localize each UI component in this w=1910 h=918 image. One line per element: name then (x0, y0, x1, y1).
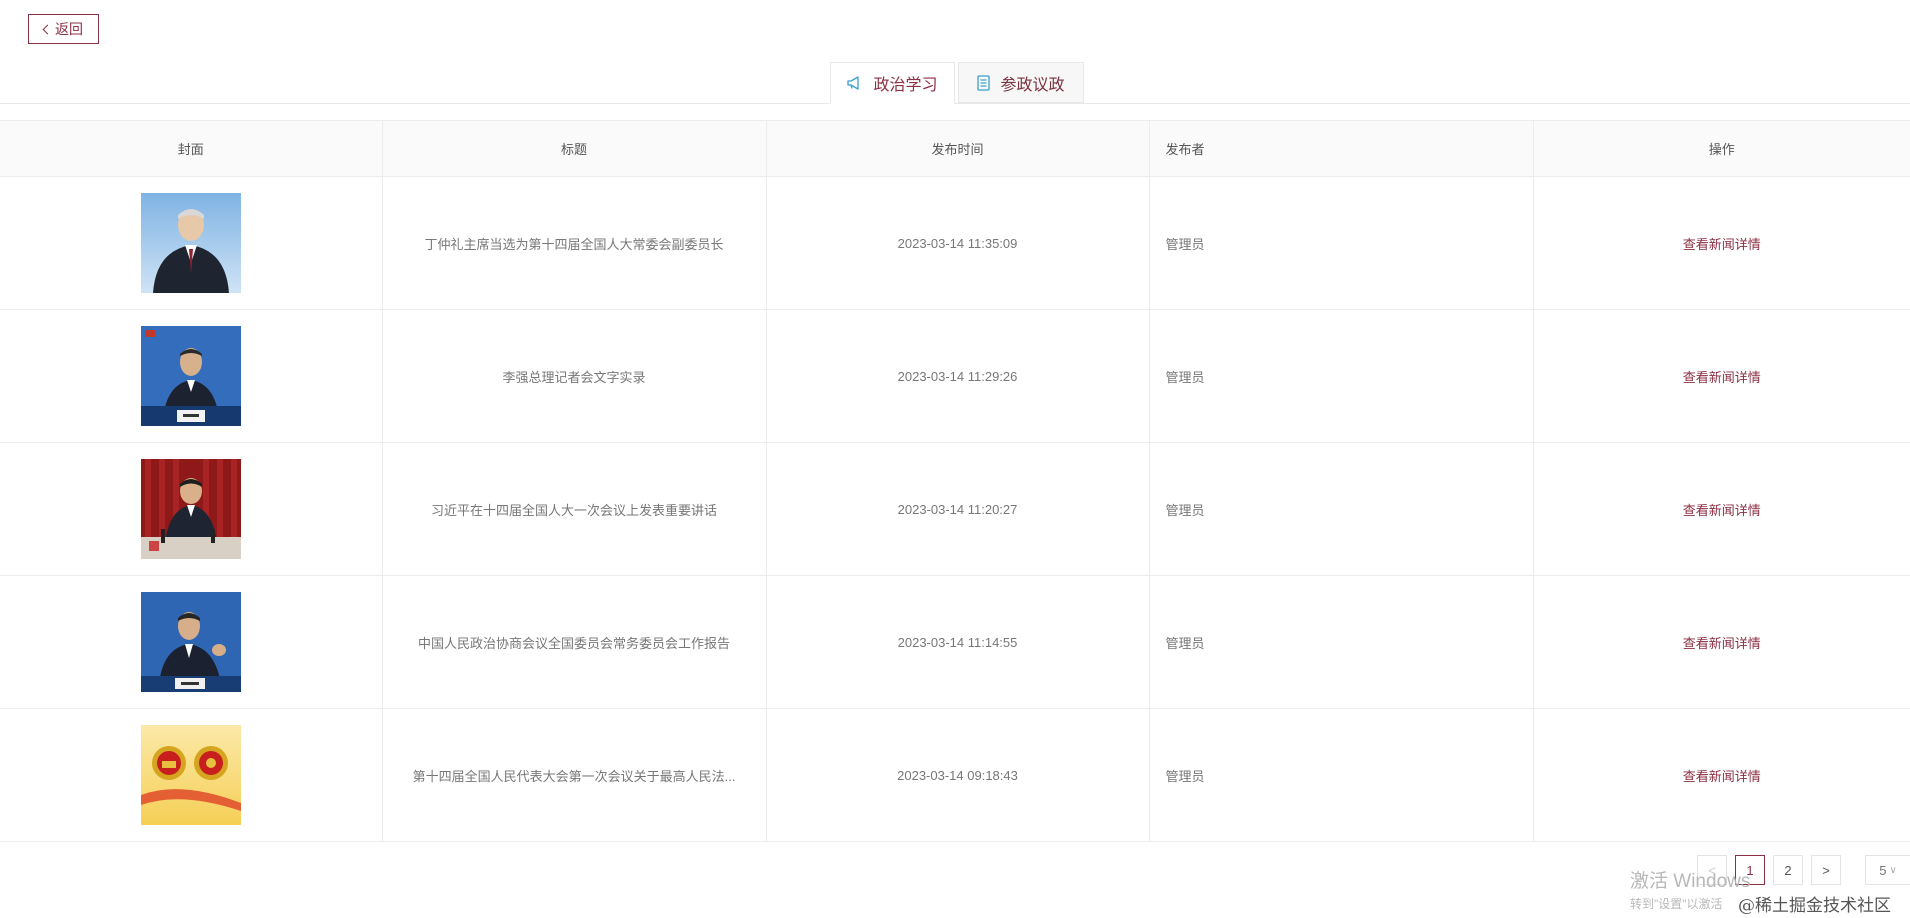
action-cell: 查看新闻详情 (1533, 442, 1910, 576)
time-cell: 2023-03-14 11:20:27 (766, 442, 1150, 576)
page-size-select[interactable]: 5 ∨ (1865, 855, 1910, 885)
site-watermark: @稀土掘金技术社区 (1738, 896, 1891, 916)
view-details-link[interactable]: 查看新闻详情 (1683, 503, 1761, 518)
view-details-link[interactable]: 查看新闻详情 (1683, 237, 1761, 252)
tab-label: 参政议政 (1000, 76, 1065, 94)
next-page-button[interactable]: > (1811, 855, 1841, 885)
time-cell: 2023-03-14 11:35:09 (766, 176, 1150, 310)
column-header-time: 发布时间 (766, 120, 1150, 177)
title-cell: 中国人民政治协商会议全国委员会常务委员会工作报告 (382, 575, 767, 709)
page-size-value: 5 (1879, 862, 1887, 878)
prev-page-button[interactable]: < (1697, 855, 1727, 885)
cover-image[interactable] (140, 592, 241, 692)
publisher-cell: 管理员 (1149, 309, 1534, 443)
column-header-title: 标题 (382, 120, 767, 177)
column-header-publisher: 发布者 (1149, 120, 1534, 177)
news-title: 中国人民政治协商会议全国委员会常务委员会工作报告 (417, 635, 730, 651)
news-list-page: 返回 政治学习 参政议政 封面 标题 发布时间 发布者 操作 丁仲礼主席当选为第… (0, 0, 1910, 918)
publisher-cell: 管理员 (1149, 442, 1534, 576)
cover-image[interactable] (140, 193, 241, 293)
pagination: < 1 2 > (1697, 855, 1841, 885)
cover-image[interactable] (140, 326, 241, 426)
action-cell: 查看新闻详情 (1533, 708, 1910, 842)
news-title: 习近平在十四届全国人大一次会议上发表重要讲话 (430, 502, 717, 518)
action-cell: 查看新闻详情 (1533, 575, 1910, 709)
view-details-link[interactable]: 查看新闻详情 (1683, 636, 1761, 651)
news-title: 李强总理记者会文字实录 (502, 369, 646, 385)
cover-image[interactable] (140, 459, 241, 559)
table-row: 李强总理记者会文字实录 2023-03-14 11:29:26 管理员 查看新闻… (0, 309, 1910, 443)
cover-cell (0, 575, 383, 709)
tab-participation[interactable]: 参政议政 (958, 62, 1084, 103)
publisher-cell: 管理员 (1149, 708, 1534, 842)
view-details-link[interactable]: 查看新闻详情 (1683, 769, 1761, 784)
chevron-left-icon (42, 24, 53, 35)
publisher-cell: 管理员 (1149, 176, 1534, 310)
table-row: 中国人民政治协商会议全国委员会常务委员会工作报告 2023-03-14 11:1… (0, 575, 1910, 709)
time-cell: 2023-03-14 09:18:43 (766, 708, 1150, 842)
back-button[interactable]: 返回 (28, 14, 99, 44)
time-cell: 2023-03-14 11:14:55 (766, 575, 1150, 709)
back-button-label: 返回 (55, 21, 83, 37)
cover-cell (0, 442, 383, 576)
time-cell: 2023-03-14 11:29:26 (766, 309, 1150, 443)
table-row: 丁仲礼主席当选为第十四届全国人大常委会副委员长 2023-03-14 11:35… (0, 176, 1910, 310)
news-title: 第十四届全国人民代表大会第一次会议关于最高人民法... (412, 768, 736, 784)
view-details-link[interactable]: 查看新闻详情 (1683, 370, 1761, 385)
chevron-down-icon: ∨ (1889, 864, 1897, 876)
activation-subtitle: 转到"设置"以激活 (1630, 897, 1723, 911)
title-cell: 丁仲礼主席当选为第十四届全国人大常委会副委员长 (382, 176, 767, 310)
megaphone-icon (847, 76, 863, 90)
cover-cell (0, 176, 383, 310)
table-row: 习近平在十四届全国人大一次会议上发表重要讲话 2023-03-14 11:20:… (0, 442, 1910, 576)
page-button-1[interactable]: 1 (1735, 855, 1765, 885)
news-title: 丁仲礼主席当选为第十四届全国人大常委会副委员长 (424, 236, 724, 252)
title-cell: 第十四届全国人民代表大会第一次会议关于最高人民法... (382, 708, 767, 842)
column-header-cover: 封面 (0, 120, 383, 177)
news-table: 封面 标题 发布时间 发布者 操作 丁仲礼主席当选为第十四届全国人大常委会副委员… (0, 120, 1910, 842)
tab-label: 政治学习 (873, 77, 938, 94)
table-header-row: 封面 标题 发布时间 发布者 操作 (0, 120, 1910, 177)
column-header-action: 操作 (1533, 120, 1910, 177)
title-cell: 李强总理记者会文字实录 (382, 309, 767, 443)
table-row: 第十四届全国人民代表大会第一次会议关于最高人民法... 2023-03-14 0… (0, 708, 1910, 842)
action-cell: 查看新闻详情 (1533, 309, 1910, 443)
title-cell: 习近平在十四届全国人大一次会议上发表重要讲话 (382, 442, 767, 576)
cover-cell (0, 309, 383, 443)
document-icon (977, 74, 991, 91)
cover-image[interactable] (140, 725, 241, 825)
action-cell: 查看新闻详情 (1533, 176, 1910, 310)
tab-bar: 政治学习 参政议政 (0, 62, 1910, 104)
cover-cell (0, 708, 383, 842)
tab-political-study[interactable]: 政治学习 (830, 62, 955, 104)
publisher-cell: 管理员 (1149, 575, 1534, 709)
page-button-2[interactable]: 2 (1773, 855, 1803, 885)
